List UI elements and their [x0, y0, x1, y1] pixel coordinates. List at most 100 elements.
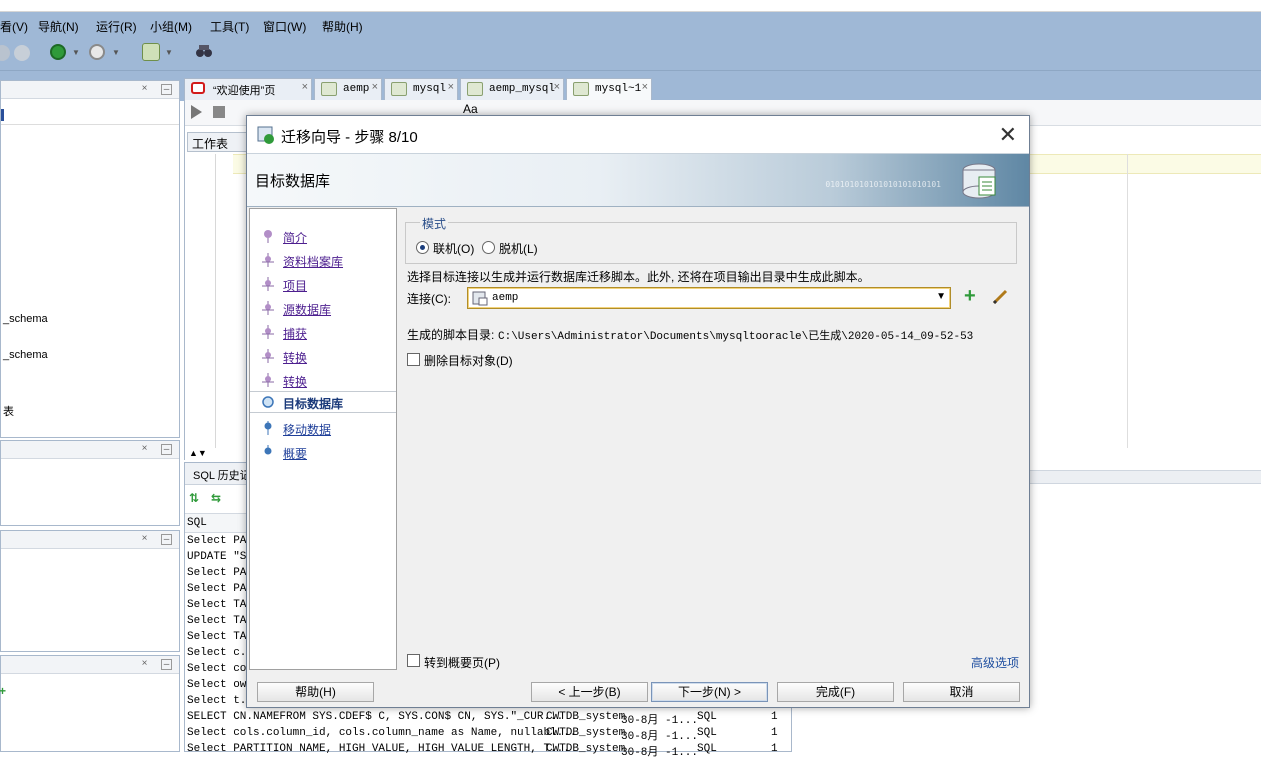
- close-icon[interactable]: ✕: [999, 122, 1017, 148]
- forward-nav-icon[interactable]: [89, 44, 105, 60]
- instruction-text: 选择目标连接以生成并运行数据库迁移脚本。此外, 还将在项目输出目录中生成此脚本。: [407, 270, 870, 284]
- close-icon[interactable]: ×: [139, 534, 150, 545]
- refresh-icon[interactable]: ⇅: [189, 491, 199, 505]
- font-icon[interactable]: Aa: [463, 102, 478, 116]
- column-header-sql[interactable]: SQL: [187, 517, 207, 529]
- close-icon[interactable]: ×: [448, 81, 454, 93]
- offline-label[interactable]: 脱机(L): [499, 240, 538, 257]
- connection-cell: CWTDB_system: [546, 743, 626, 755]
- step-convert[interactable]: 转换: [283, 349, 307, 366]
- table-row[interactable]: UPDATE "SY: [187, 551, 253, 563]
- minimize-icon[interactable]: –: [161, 534, 172, 545]
- menu-run[interactable]: 运行(R): [96, 18, 137, 35]
- table-row[interactable]: Select PAR: [187, 567, 253, 579]
- back-nav-icon[interactable]: [50, 44, 66, 60]
- tab-mysql[interactable]: mysql ×: [384, 78, 458, 100]
- step-translate[interactable]: 转换: [283, 373, 307, 390]
- cancel-button[interactable]: 取消: [903, 682, 1020, 702]
- append-icon[interactable]: ⇆: [211, 491, 221, 505]
- menu-view[interactable]: 看(V): [0, 18, 28, 35]
- menu-tools[interactable]: 工具(T): [210, 18, 249, 35]
- goto-summary-label[interactable]: 转到概要页(P): [424, 654, 500, 671]
- dialog-titlebar[interactable]: 迁移向导 - 步骤 8/10 ✕: [247, 116, 1029, 153]
- panel-header: × –: [1, 531, 179, 549]
- advanced-options-link[interactable]: 高级选项: [971, 654, 1019, 671]
- split-arrows-icon[interactable]: ▲▼: [189, 448, 207, 458]
- menu-team[interactable]: 小组(M): [150, 18, 192, 35]
- tree-item-schema[interactable]: _schema: [3, 313, 48, 325]
- table-row[interactable]: Select t.t: [187, 695, 253, 707]
- add-connection-icon[interactable]: +: [964, 286, 976, 306]
- edit-connection-icon[interactable]: [991, 288, 1009, 306]
- table-row[interactable]: Select TA: [187, 615, 246, 627]
- drop-target-checkbox[interactable]: [407, 353, 420, 366]
- minimize-icon[interactable]: –: [161, 84, 172, 95]
- redo-icon[interactable]: [0, 45, 10, 61]
- table-row[interactable]: Select own: [187, 679, 253, 691]
- step-summary[interactable]: 概要: [283, 445, 307, 462]
- migration-wizard-dialog: 迁移向导 - 步骤 8/10 ✕ 目标数据库 01010101010101010…: [246, 115, 1030, 708]
- step-capture[interactable]: 捕获: [283, 325, 307, 342]
- binoculars-icon[interactable]: [195, 43, 213, 59]
- close-icon[interactable]: ×: [139, 444, 150, 455]
- chevron-down-icon[interactable]: ▼: [112, 48, 120, 57]
- table-row[interactable]: Select cols.column_id, cols.column_name …: [187, 727, 576, 739]
- chevron-down-icon[interactable]: ▼: [936, 291, 946, 302]
- online-radio[interactable]: [416, 241, 429, 254]
- tree-item-schema[interactable]: _schema: [3, 349, 48, 361]
- minimize-icon[interactable]: –: [161, 659, 172, 670]
- type-cell: SQL: [697, 727, 717, 739]
- help-button[interactable]: 帮助(H): [257, 682, 374, 702]
- table-row[interactable]: Select TA: [187, 599, 246, 611]
- back-button[interactable]: < 上一步(B): [531, 682, 648, 702]
- finish-button[interactable]: 完成(F): [777, 682, 894, 702]
- step-intro[interactable]: 简介: [283, 229, 307, 246]
- close-icon[interactable]: ×: [139, 659, 150, 670]
- worksheet-tab[interactable]: 工作表: [187, 132, 247, 152]
- next-button[interactable]: 下一步(N) >: [651, 682, 768, 702]
- drop-target-label[interactable]: 删除目标对象(D): [424, 352, 513, 369]
- add-icon[interactable]: +: [0, 684, 6, 698]
- close-icon[interactable]: ×: [139, 84, 150, 95]
- close-icon[interactable]: ×: [554, 81, 560, 93]
- chevron-down-icon[interactable]: ▼: [165, 48, 173, 57]
- close-icon[interactable]: ×: [372, 81, 378, 93]
- table-row[interactable]: Select col: [187, 663, 253, 675]
- tab-mysql-1[interactable]: mysql~1 ×: [566, 78, 652, 100]
- database-connection-icon: [472, 290, 488, 306]
- undo-icon[interactable]: [14, 45, 30, 61]
- close-icon[interactable]: ×: [302, 81, 308, 93]
- step-source-database[interactable]: 源数据库: [283, 301, 331, 318]
- menu-help[interactable]: 帮助(H): [322, 18, 363, 35]
- date-cell: 30-8月 -1...: [621, 731, 699, 743]
- tab-aemp-mysql[interactable]: aemp_mysql ×: [460, 78, 564, 100]
- table-row[interactable]: Select PAR: [187, 583, 253, 595]
- table-row[interactable]: Select c.c: [187, 647, 253, 659]
- table-row[interactable]: Select TA: [187, 631, 246, 643]
- goto-summary-checkbox[interactable]: [407, 654, 420, 667]
- table-row[interactable]: Select PAR: [187, 535, 253, 547]
- step-repository[interactable]: 资料档案库: [283, 253, 343, 270]
- online-label[interactable]: 联机(O): [433, 240, 474, 257]
- menu-window[interactable]: 窗口(W): [263, 18, 306, 35]
- sql-icon: [467, 82, 483, 96]
- minimize-icon[interactable]: –: [161, 444, 172, 455]
- tab-welcome[interactable]: “欢迎使用”页 ×: [184, 78, 312, 100]
- script-dir-value: C:\Users\Administrator\Documents\mysqlto…: [498, 331, 974, 343]
- step-target-database[interactable]: 目标数据库: [283, 395, 343, 412]
- tab-aemp[interactable]: aemp ×: [314, 78, 382, 100]
- step-project[interactable]: 项目: [283, 277, 307, 294]
- connection-select[interactable]: aemp ▼: [467, 287, 951, 309]
- step-move-data[interactable]: 移动数据: [283, 421, 331, 438]
- tree-item-table[interactable]: 表: [3, 403, 14, 419]
- run-icon[interactable]: [191, 105, 202, 119]
- stop-icon[interactable]: [213, 106, 225, 118]
- chevron-down-icon[interactable]: ▼: [72, 48, 80, 57]
- table-row[interactable]: Select PARTITION NAME, HIGH VALUE, HIGH …: [187, 743, 570, 755]
- close-icon[interactable]: ×: [642, 81, 648, 93]
- connection-cell: CWTDB_system: [546, 711, 626, 723]
- table-row[interactable]: SELECT CN.NAMEFROM SYS.CDEF$ C, SYS.CON$…: [187, 711, 563, 723]
- sql-worksheet-icon[interactable]: [142, 43, 160, 61]
- menu-navigate[interactable]: 导航(N): [38, 18, 79, 35]
- offline-radio[interactable]: [482, 241, 495, 254]
